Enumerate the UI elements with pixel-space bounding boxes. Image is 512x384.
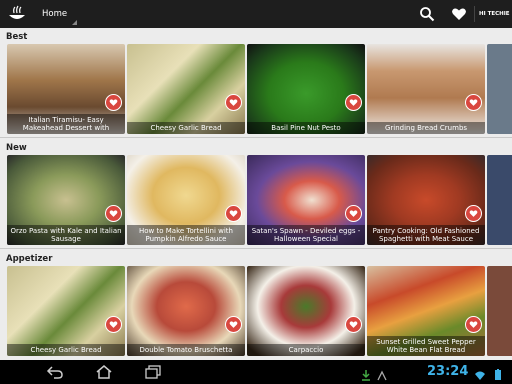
recipe-photo [7, 266, 125, 356]
recipe-photo [367, 44, 485, 134]
recipe-card[interactable]: Carpaccio [247, 266, 365, 356]
action-divider [474, 6, 475, 22]
recipe-photo [487, 266, 512, 356]
favorite-button[interactable] [225, 316, 242, 333]
recipe-card[interactable]: Orzo Pasta with Kale and Italian Sausage [7, 155, 125, 245]
favorite-button[interactable] [105, 205, 122, 222]
heart-icon [109, 321, 118, 328]
favorite-button[interactable] [345, 316, 362, 333]
section-title-best: Best [6, 32, 28, 42]
recipe-photo [247, 266, 365, 356]
heart-icon [349, 99, 358, 106]
favorite-button[interactable] [465, 94, 482, 111]
recipe-caption: Cheesy Garlic Bread [127, 122, 245, 134]
recipe-caption: Double Tomato Bruschetta [127, 344, 245, 356]
user-account-button[interactable]: HI TECHIE [479, 8, 510, 20]
recipe-photo [487, 155, 512, 245]
app-logo-icon[interactable] [6, 3, 28, 25]
recipe-card[interactable]: Cheesy Garlic Bread [7, 266, 125, 356]
recipe-caption: Orzo Pasta with Kale and Italian Sausage [7, 225, 125, 245]
heart-icon [469, 321, 478, 328]
row-appetizer[interactable]: Cheesy Garlic Bread Double Tomato Brusch… [0, 266, 512, 356]
recipe-photo [487, 44, 512, 134]
recipe-caption: How to Make Tortellini with Pumpkin Alfr… [127, 225, 245, 245]
recipe-card[interactable]: Double Tomato Bruschetta [127, 266, 245, 356]
search-icon[interactable] [419, 6, 435, 22]
section-divider [0, 137, 512, 138]
favorite-button[interactable] [465, 316, 482, 333]
favorite-button[interactable] [225, 94, 242, 111]
heart-icon [229, 99, 238, 106]
system-navigation-bar: 23:24 [0, 360, 512, 384]
heart-icon [109, 99, 118, 106]
recipe-card[interactable]: Sunset Grilled Sweet Pepper White Bean F… [367, 266, 485, 356]
wifi-icon [474, 366, 486, 380]
heart-icon [109, 210, 118, 217]
recipe-caption: Grinding Bread Crumbs [367, 122, 485, 134]
recipe-caption: Carpaccio [247, 344, 365, 356]
section-divider [0, 248, 512, 249]
heart-icon [229, 321, 238, 328]
recipe-card[interactable]: Cheesy Garlic Bread [127, 44, 245, 134]
action-bar: Home HI TECHIE [0, 0, 512, 28]
back-icon[interactable] [46, 364, 64, 380]
battery-icon [492, 366, 504, 380]
section-title-new: New [6, 143, 27, 153]
heart-icon [349, 321, 358, 328]
recipe-caption: Italian Tiramisu- Easy Makeahead Dessert… [7, 114, 125, 134]
heart-icon [469, 210, 478, 217]
recipe-card[interactable]: Basil Pine Nut Pesto [247, 44, 365, 134]
home-icon[interactable] [95, 364, 113, 380]
recipe-photo [247, 44, 365, 134]
recipe-caption: Basil Pine Nut Pesto [247, 122, 365, 134]
favorite-button[interactable] [345, 205, 362, 222]
row-best[interactable]: Italian Tiramisu- Easy Makeahead Dessert… [0, 44, 512, 134]
recipe-caption: Sunset Grilled Sweet Pepper White Bean F… [367, 336, 485, 356]
recipe-card-partial[interactable] [487, 44, 512, 134]
row-new[interactable]: Orzo Pasta with Kale and Italian Sausage… [0, 155, 512, 245]
favorite-button[interactable] [225, 205, 242, 222]
nav-dropdown-home[interactable]: Home [42, 5, 67, 23]
section-title-appetizer: Appetizer [6, 254, 53, 264]
recipe-card-partial[interactable] [487, 266, 512, 356]
recent-apps-icon[interactable] [144, 364, 162, 380]
heart-icon [229, 210, 238, 217]
recipe-card[interactable]: Italian Tiramisu- Easy Makeahead Dessert… [7, 44, 125, 134]
heart-icon [349, 210, 358, 217]
favorite-button[interactable] [345, 94, 362, 111]
favorite-button[interactable] [105, 316, 122, 333]
recipe-card[interactable]: How to Make Tortellini with Pumpkin Alfr… [127, 155, 245, 245]
recipe-photo [127, 266, 245, 356]
recipe-card[interactable]: Grinding Bread Crumbs [367, 44, 485, 134]
favorite-button[interactable] [465, 205, 482, 222]
recipe-card-partial[interactable] [487, 155, 512, 245]
recipe-caption: Satan's Spawn - Deviled eggs - Halloween… [247, 225, 365, 245]
download-icon [360, 366, 372, 381]
recipe-card[interactable]: Pantry Cooking: Old Fashioned Spaghetti … [367, 155, 485, 245]
recipe-caption: Cheesy Garlic Bread [7, 344, 125, 356]
heart-icon[interactable] [451, 6, 467, 22]
recipe-caption: Pantry Cooking: Old Fashioned Spaghetti … [367, 225, 485, 245]
heart-icon [469, 99, 478, 106]
status-clock: 23:24 [427, 364, 469, 379]
dropdown-caret-icon [72, 20, 77, 25]
recipe-card[interactable]: Satan's Spawn - Deviled eggs - Halloween… [247, 155, 365, 245]
download-icon [376, 366, 388, 381]
favorite-button[interactable] [105, 94, 122, 111]
recipe-photo [127, 44, 245, 134]
